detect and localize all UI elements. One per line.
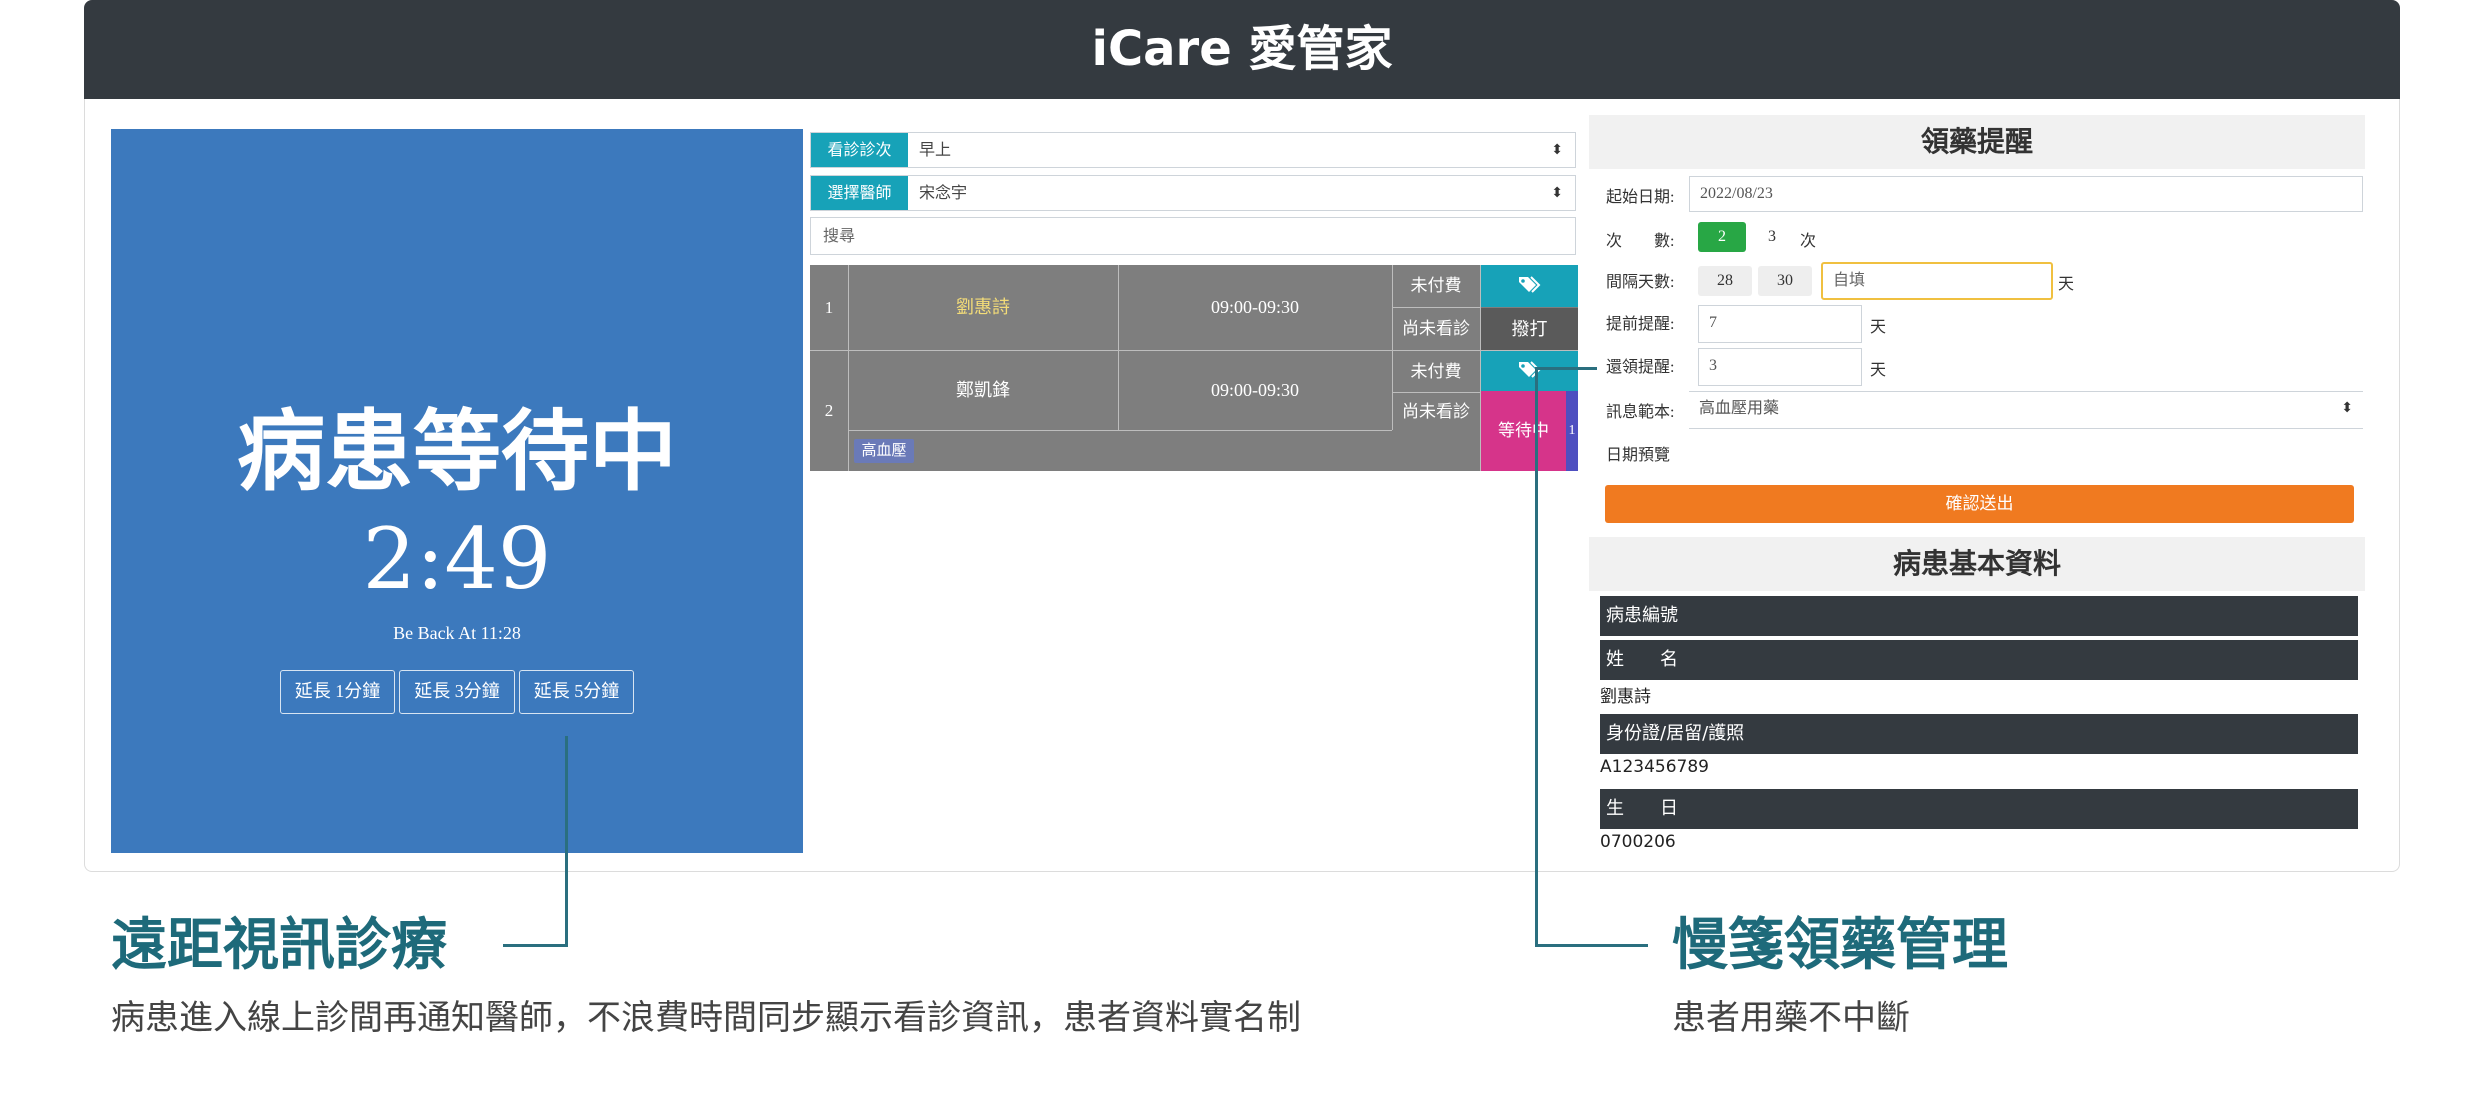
row-number: 1 bbox=[824, 298, 834, 317]
patient-name-header: 姓 名 bbox=[1600, 640, 2358, 680]
submit-button[interactable]: 確認送出 bbox=[1605, 485, 2354, 523]
countdown-timer: 2:49 bbox=[362, 510, 552, 608]
tag-button[interactable] bbox=[1481, 351, 1578, 391]
app-title: iCare 愛管家 bbox=[1091, 21, 1393, 77]
return-input[interactable]: 3 bbox=[1698, 348, 1862, 386]
call-button[interactable]: 撥打 bbox=[1481, 308, 1578, 350]
times-option-2[interactable]: 2 bbox=[1698, 222, 1746, 252]
times-option-3[interactable]: 3 bbox=[1752, 222, 1792, 252]
day-unit: 天 bbox=[1870, 362, 1887, 379]
start-date-label: 起始日期: bbox=[1606, 189, 1675, 206]
return-label: 還領提醒: bbox=[1606, 359, 1675, 376]
patient-name-link[interactable]: 鄭凱鋒 bbox=[848, 351, 1118, 430]
times-unit: 次 bbox=[1800, 233, 1817, 250]
day-unit: 天 bbox=[1870, 319, 1887, 336]
date-preview-label: 日期預覽 bbox=[1606, 447, 1671, 464]
advance-input[interactable]: 7 bbox=[1698, 305, 1862, 343]
visit-status: 尚未看診 bbox=[1402, 402, 1470, 421]
reminder-title: 領藥提醒 bbox=[1589, 115, 2365, 169]
extend-buttons: 延長 1分鐘 延長 3分鐘 延長 5分鐘 bbox=[111, 670, 803, 714]
doctor-select-value: 宋念宇 bbox=[919, 183, 968, 202]
session-select[interactable]: 看診診次 早上 ⬍ bbox=[810, 132, 1576, 168]
template-select-value: 高血壓用藥 bbox=[1699, 400, 1780, 417]
sort-arrows-icon: ⬍ bbox=[2341, 401, 2353, 416]
waiting-status: 病患等待中 bbox=[236, 400, 677, 503]
session-select-label: 看診診次 bbox=[811, 133, 908, 167]
interval-custom-input[interactable]: 自填 bbox=[1821, 262, 2053, 300]
app-header: iCare 愛管家 bbox=[84, 0, 2400, 99]
diagnosis-tag: 高血壓 bbox=[854, 439, 914, 463]
sort-arrows-icon: ⬍ bbox=[1551, 142, 1563, 158]
feature-text-video: 病患進入線上診間再通知醫師，不浪費時間同步顯示看診資訊，患者資料實名制 bbox=[111, 998, 1301, 1038]
session-select-value: 早上 bbox=[919, 140, 952, 159]
doctor-select[interactable]: 選擇醫師 宋念宇 ⬍ bbox=[810, 175, 1576, 211]
patient-birthday-header: 生 日 bbox=[1600, 789, 2358, 829]
feature-title-medication: 慢箋領藥管理 bbox=[1672, 913, 2008, 978]
start-date-input[interactable]: 2022/08/23 bbox=[1689, 176, 2363, 212]
back-at-text: Be Back At 11:28 bbox=[393, 623, 521, 643]
tag-button[interactable] bbox=[1481, 265, 1578, 307]
patient-birthday-value: 0700206 bbox=[1600, 832, 1676, 852]
tag-icon bbox=[1519, 361, 1541, 378]
waiting-count-badge: 1 bbox=[1566, 391, 1578, 471]
patient-id-header: 病患編號 bbox=[1600, 596, 2358, 636]
extend-1min-button[interactable]: 延長 1分鐘 bbox=[279, 670, 396, 714]
video-panel: 病患等待中 2:49 Be Back At 11:28 延長 1分鐘 延長 3分… bbox=[111, 129, 803, 853]
appointment-time: 09:00-09:30 bbox=[1211, 297, 1299, 317]
connector-line bbox=[503, 944, 568, 947]
interval-option-30[interactable]: 30 bbox=[1758, 266, 1812, 296]
tag-icon bbox=[1519, 276, 1541, 293]
advance-label: 提前提醒: bbox=[1606, 316, 1675, 333]
times-label: 次 數: bbox=[1606, 233, 1675, 250]
waiting-button[interactable]: 等待中 bbox=[1481, 391, 1566, 471]
connector-line bbox=[1535, 367, 1597, 370]
payment-status: 未付費 bbox=[1410, 362, 1462, 381]
connector-line bbox=[565, 736, 568, 946]
extend-5min-button[interactable]: 延長 5分鐘 bbox=[518, 670, 635, 714]
patient-name-value: 劉惠詩 bbox=[1600, 687, 1651, 707]
patient-idcard-header: 身份證/居留/護照 bbox=[1600, 714, 2358, 754]
appointment-table: 1 劉惠詩 09:00-09:30 未付費 尚未看診 撥打 2 鄭凱鋒 09:0… bbox=[810, 265, 1578, 471]
doctor-select-label: 選擇醫師 bbox=[811, 176, 908, 210]
template-select[interactable]: 高血壓用藥 ⬍ bbox=[1689, 391, 2363, 429]
interval-label: 間隔天數: bbox=[1606, 274, 1675, 291]
search-input[interactable]: 搜尋 bbox=[810, 217, 1576, 255]
feature-text-medication: 患者用藥不中斷 bbox=[1672, 998, 1910, 1038]
template-label: 訊息範本: bbox=[1606, 404, 1675, 421]
appointment-time: 09:00-09:30 bbox=[1211, 380, 1299, 400]
connector-line bbox=[1535, 367, 1538, 947]
interval-option-28[interactable]: 28 bbox=[1698, 266, 1752, 296]
patient-name-link[interactable]: 劉惠詩 bbox=[848, 265, 1118, 350]
feature-title-video: 遠距視訊診療 bbox=[111, 913, 447, 978]
row-number: 2 bbox=[824, 401, 834, 420]
patient-info-title: 病患基本資料 bbox=[1589, 537, 2365, 591]
extend-3min-button[interactable]: 延長 3分鐘 bbox=[399, 670, 515, 714]
sort-arrows-icon: ⬍ bbox=[1551, 185, 1563, 201]
payment-status: 未付費 bbox=[1410, 276, 1462, 295]
patient-idcard-value: A123456789 bbox=[1600, 757, 1709, 777]
day-unit: 天 bbox=[2058, 276, 2075, 293]
connector-line bbox=[1535, 944, 1648, 947]
visit-status: 尚未看診 bbox=[1402, 319, 1470, 338]
